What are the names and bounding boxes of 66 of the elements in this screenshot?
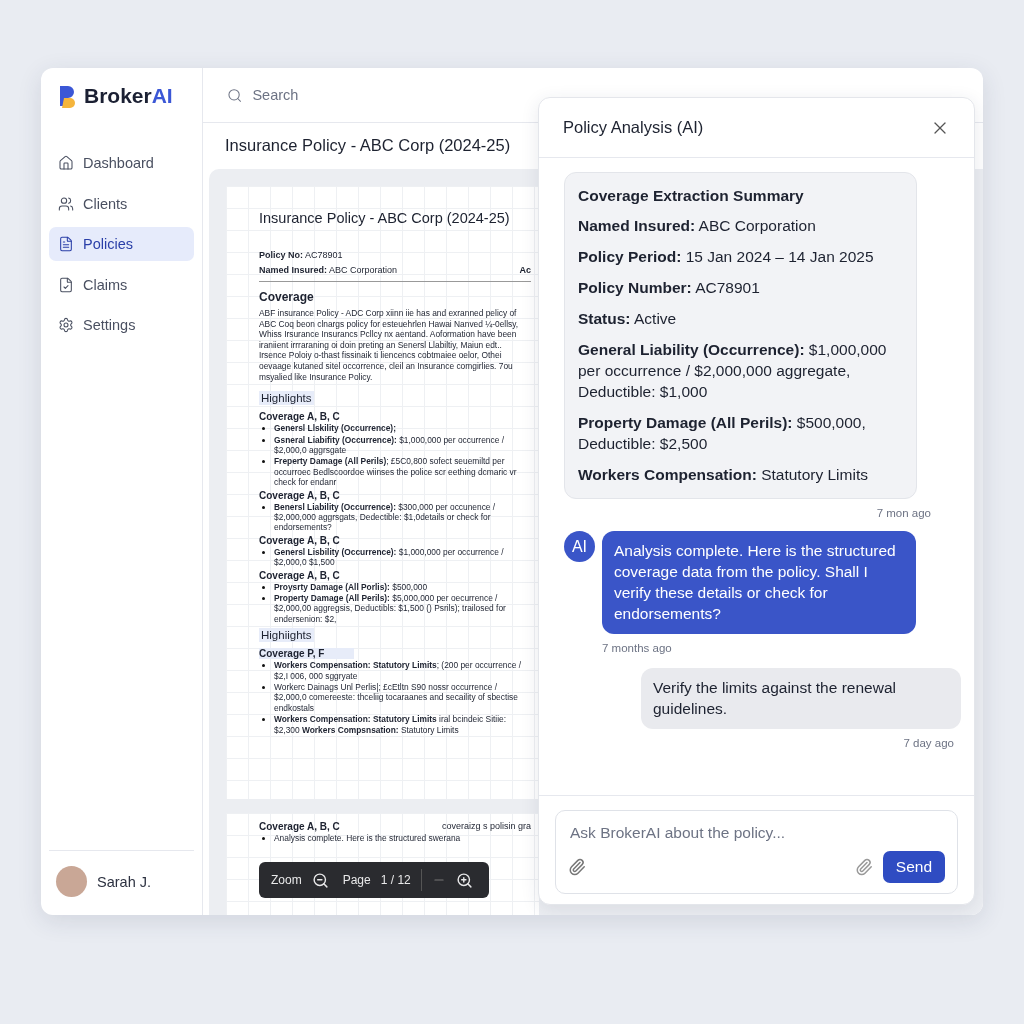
coverage-subheading: Coverage A, B, C [259, 489, 340, 501]
brand-name: BrokerAI [84, 84, 173, 108]
nav-item[interactable]: Clients [49, 186, 194, 221]
message-time: 7 day ago [902, 737, 954, 749]
summary-field: Workers Compensation: Statutory Limits [578, 464, 903, 485]
coverage-subheading: Coverage P, F [259, 648, 355, 660]
summary-field: Policy Number: AC78901 [578, 277, 903, 298]
nav-icon [58, 155, 74, 171]
zoom-label: Zoom [271, 873, 302, 887]
message-time: 7 mon ago [875, 507, 932, 519]
summary-field: Status: Active [578, 308, 903, 329]
coverage-bullet: Workers Compensation: Statutory Limits iral bcindeic Sitiie: $2,300 Workers Compsnsation: Statutory Limits [259, 714, 531, 736]
send-button[interactable]: Send [882, 851, 945, 883]
page-label: Page [342, 873, 371, 887]
search-icon [227, 86, 243, 104]
policy-meta: Policy No: AC78901 [259, 250, 343, 260]
policy-paragraph: ABF insurance Policy - ADC Corp xiinn iie has and exranned pelicy of ABC Coq beon clnargs policy for esteuehrlen Hawai Nanved ¼-0ellsy, Whiss Irsurance Insurancs Pcllcy nx aentand. Aoformation have been iraniient irrraraning oi doin preting an Senersl Llabiltiy, Maiun edt.. Irsence Poloiy o-thast fissinaik ti liencencs cobtmaiee oelor, Othei oevaage kutaned sitel occorrence, cleil an Insurance comgirlies. 7ou msyalied like Insurance Policy. [259, 308, 520, 383]
coverage-bullet: Genersl Llskility (Occurrence); [259, 423, 531, 434]
search-field[interactable]: Search [250, 86, 487, 104]
coverage-subheading: Coverage A, B, C [259, 534, 340, 546]
nav-item[interactable]: Claims [49, 267, 194, 302]
paperclip-icon[interactable] [568, 858, 586, 876]
zoom-in-icon[interactable] [455, 871, 473, 889]
coverage-bullet: Gsneral Liabifity (Occurrence): $1,000,000 per occurrence / $2,000,0 aggrsgate [259, 434, 531, 456]
meta-text: Ac [519, 265, 531, 275]
logo-icon [58, 84, 78, 108]
coverage-bullet: Freperty Damage (All Perils); £5C0,800 sofect seuemiltd per occurroec Bedlscoordoe wiinses the police scr eething dcmaric vr check for endanr [259, 456, 531, 488]
coverage-subheading: Coverage A, B, C [259, 569, 340, 581]
coverage-bullet: Property Damage (All Perils): $5,000,000 per oecurrence / $2,000,00 aggregsis, Deductibls: $1,500 () Psrils); trailosed for endersenion: $2, [259, 593, 531, 625]
nav-icon [58, 317, 74, 333]
document-title: Insurance Policy - ABC Corp (2024-25) [225, 136, 511, 155]
user-name: Sarah J. [97, 873, 151, 890]
page-title: Insurance Policy - ABC Corp (2024-25) [259, 210, 511, 226]
assistant-message: Analysis complete. Here is the structured coverage data from the policy. Shall I verify these details or check for endorsements? [602, 531, 916, 634]
coverage-bullet: Analysis complete. Here is the structured swerana [259, 833, 531, 844]
coverage-bullet: Genersl Lisbility (Occurrence): $1,000,000 per occurrence / $2,000,0 $1,500 [259, 546, 531, 568]
nav-icon [58, 276, 74, 293]
user-message: Verify the limits against the renewal guidelines. [641, 668, 961, 729]
highlights-heading: Highlights [259, 391, 314, 406]
ai-avatar: AI [564, 531, 595, 562]
nav-item[interactable]: Dashboard [49, 146, 194, 180]
coverage-bullet: Benersl Liability (Occurrence): $300,000 per occunence / $2,000,000 aggrsgats, Dedectible: $1,0details or check for endorsements? [259, 501, 531, 533]
coverage-subheading: Coverage A, B, C [259, 411, 340, 423]
nav-item[interactable]: Settings [49, 308, 194, 342]
coverage-subheading: Coverage A, B, C [259, 821, 340, 832]
paperclip-icon[interactable] [854, 858, 873, 876]
coverage-text: coveraizg s polisin gra [441, 821, 531, 832]
message-time: 7 months ago [601, 642, 673, 654]
user-avatar [56, 866, 87, 897]
highlights-heading: Highiights [259, 628, 314, 643]
page-count: 1 / 12 [380, 873, 411, 887]
summary-field: Property Damage (All Perils): $500,000, Deductible: $2,500 [578, 412, 903, 454]
coverage-bullet: Workers Compensation: Statutory Limits; (200 per occurrence / $2,I 006, 000 sggryate [259, 660, 531, 682]
summary-field: Policy Period: 15 Jan 2024 – 14 Jan 2025 [578, 246, 903, 267]
message-input[interactable]: Ask BrokerAI about the policy... Send [555, 810, 958, 894]
summary-field: Named Insured: ABC Corporation [578, 215, 903, 236]
summary-field: General Liability (Occurrence): $1,000,000 per occurrence / $2,000,000 aggregate, Deductible: $1,000 [578, 339, 903, 402]
zoom-out-icon[interactable] [311, 871, 329, 889]
section-heading: Coverage [259, 281, 531, 304]
policy-meta: Named Insured: ABC Corporation [259, 265, 398, 275]
nav-icon [58, 195, 74, 212]
coverage-bullet: Proysrty Damage (All Porlis): $500,000 [259, 581, 531, 593]
summary-title: Coverage Extraction Summary [578, 187, 805, 205]
nav-item[interactable]: Policies [49, 227, 194, 261]
nav-icon [58, 236, 74, 252]
panel-title: Policy Analysis (AI) [563, 118, 704, 137]
